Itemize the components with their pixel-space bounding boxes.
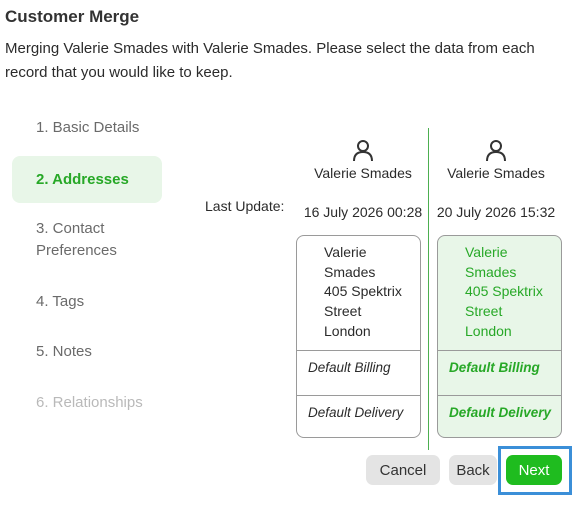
step-notes[interactable]: 5. Notes bbox=[12, 341, 162, 363]
person-icon bbox=[353, 140, 373, 162]
default-billing-option[interactable]: Default Billing bbox=[297, 350, 420, 395]
address-line: Valerie bbox=[465, 244, 508, 260]
address-option[interactable]: Valerie Smades 405 Spektrix Street Londo… bbox=[438, 236, 561, 350]
step-contact-preferences[interactable]: 3. Contact Preferences bbox=[12, 218, 152, 262]
step-addresses[interactable]: 2. Addresses bbox=[12, 156, 162, 203]
address-line: Street bbox=[324, 303, 362, 320]
merge-intro: Merging Valerie Smades with Valerie Smad… bbox=[5, 40, 535, 81]
last-update-label: Last Update: bbox=[205, 198, 285, 214]
default-delivery-option[interactable]: Default Delivery bbox=[438, 395, 561, 437]
address-line: Smades bbox=[465, 263, 517, 280]
record-last-update: 20 July 2026 15:32 bbox=[436, 204, 556, 220]
record-divider bbox=[428, 128, 429, 450]
default-delivery-option[interactable]: Default Delivery bbox=[297, 395, 420, 437]
address-card-1[interactable]: Valerie Smades 405 Spektrix Street Londo… bbox=[296, 235, 421, 438]
record-column-1: Valerie Smades 16 July 2026 00:28 bbox=[298, 138, 428, 220]
record-column-2: Valerie Smades 20 July 2026 15:32 bbox=[431, 138, 561, 220]
step-basic-details[interactable]: 1. Basic Details bbox=[12, 117, 162, 139]
person-icon bbox=[486, 140, 506, 162]
address-line: Valerie bbox=[324, 244, 367, 260]
address-line: 405 Spektrix bbox=[465, 283, 543, 300]
page-title: Customer Merge bbox=[5, 7, 140, 26]
next-button[interactable]: Next bbox=[506, 455, 562, 485]
default-billing-option[interactable]: Default Billing bbox=[438, 350, 561, 395]
record-name: Valerie Smades bbox=[447, 165, 545, 181]
step-relationships: 6. Relationships bbox=[36, 394, 143, 411]
address-line: Smades bbox=[324, 263, 376, 280]
step-tags[interactable]: 4. Tags bbox=[12, 291, 162, 313]
address-option[interactable]: Valerie Smades 405 Spektrix Street Londo… bbox=[297, 236, 420, 350]
cancel-button[interactable]: Cancel bbox=[366, 455, 440, 485]
record-last-update: 16 July 2026 00:28 bbox=[303, 204, 423, 220]
back-button[interactable]: Back bbox=[449, 455, 497, 485]
address-line: London bbox=[465, 322, 512, 339]
address-line: Street bbox=[465, 303, 503, 320]
address-card-2[interactable]: Valerie Smades 405 Spektrix Street Londo… bbox=[437, 235, 562, 438]
address-line: London bbox=[324, 322, 371, 339]
record-name: Valerie Smades bbox=[314, 165, 412, 181]
address-line: 405 Spektrix bbox=[324, 283, 402, 300]
